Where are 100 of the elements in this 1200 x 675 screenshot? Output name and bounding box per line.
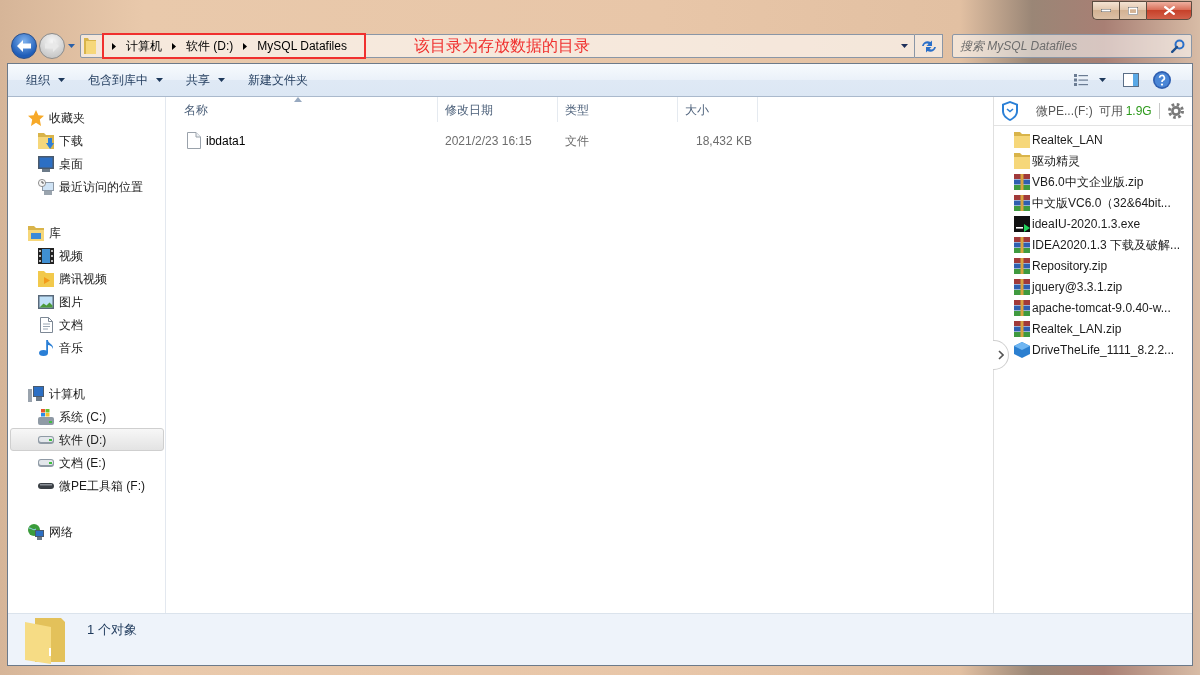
toolbar-button[interactable]: 新建文件夹 [240,68,316,92]
sidebar-item[interactable]: 文档 (E:) [10,451,164,474]
clock-computer-icon [38,178,54,195]
chevron-right-icon [997,350,1004,360]
archive-icon [1014,299,1030,316]
sidebar-item[interactable]: 图片 [10,290,164,313]
shield-icon [1002,101,1018,121]
folder-icon [1014,131,1030,148]
settings-icon [1168,103,1184,119]
caret-icon [68,44,75,48]
cube-icon [1014,341,1030,358]
view-list-icon [1074,74,1088,86]
archive-icon [1014,257,1030,274]
refresh-button[interactable] [915,34,943,58]
search-field[interactable]: 搜索 MySQL Datafiles [952,34,1192,58]
expand-handle[interactable] [993,340,1009,370]
search-icon [1171,39,1185,53]
download-folder-icon [38,132,54,149]
sidebar-item[interactable]: 桌面 [10,152,164,175]
picture-icon [38,294,54,309]
sidebar-item[interactable]: 系统 (C:) [10,405,164,428]
archive-icon [1014,194,1030,211]
sidebar-group[interactable]: 网络 [10,520,164,543]
file-item[interactable]: Realtek_LAN [1014,129,1192,150]
file-item[interactable]: Realtek_LAN.zip [1014,318,1192,339]
folder-icon [1014,152,1030,169]
breadcrumb-item[interactable]: 软件 (D:) [181,37,239,55]
left-arrow-icon [17,40,31,52]
history-dropdown[interactable] [68,44,75,48]
app-icon [1014,215,1030,232]
drive-label: 微PE...(F:) [1036,103,1093,120]
sidebar-item[interactable]: 微PE工具箱 (F:) [10,474,164,497]
caret-icon [901,44,908,48]
file-row[interactable]: ibdata1 2021/2/23 16:15 文件 18,432 KB [166,130,760,151]
play-folder-icon [38,270,54,287]
modified-date: 2021/2/23 16:15 [445,133,532,148]
sidebar-item[interactable]: 软件 (D:) [10,428,164,451]
sidebar-item[interactable]: 最近访问的位置 [10,175,164,198]
breadcrumb-item[interactable]: 计算机 [121,37,167,55]
library-folder-icon [28,224,44,241]
back-button[interactable] [11,33,37,59]
free-space-value: 1.9G [1125,103,1152,120]
computer-icon [28,385,44,402]
file-item[interactable]: 驱动精灵 [1014,150,1192,171]
sidebar-item[interactable]: 音乐 [10,336,164,359]
file-item[interactable]: DriveTheLife_1111_8.2.2... [1014,339,1192,360]
preview-pane-icon [1123,73,1139,87]
refresh-icon [921,39,936,53]
drive-icon [38,458,54,467]
sort-arrow-icon [293,97,302,102]
drive-icon [38,435,54,444]
breadcrumb-arrow-icon [243,42,248,50]
sidebar-item[interactable]: 下载 [10,129,164,152]
toolbar-button[interactable]: 组织 [18,68,73,92]
archive-icon [1014,320,1030,337]
file-item[interactable]: apache-tomcat-9.0.40-w... [1014,297,1192,318]
star-icon [28,109,44,126]
minimize-button[interactable] [1092,1,1119,20]
toolbar-button[interactable]: 包含到库中 [80,68,171,92]
maximize-icon [1128,6,1138,15]
document-icon [39,316,53,333]
breadcrumb-item[interactable]: MySQL Datafiles [252,37,352,55]
folder-icon [84,38,96,54]
sidebar-group[interactable]: 计算机 [10,382,164,405]
caret-icon [156,78,163,82]
file-item[interactable]: ideaIU-2020.1.3.exe [1014,213,1192,234]
file-item[interactable]: jquery@3.3.1.zip [1014,276,1192,297]
caret-icon [1099,78,1106,82]
help-icon [1153,71,1171,89]
file-icon [187,132,201,149]
file-item[interactable]: VB6.0中文企业版.zip [1014,171,1192,192]
sidebar-item[interactable]: 文档 [10,313,164,336]
film-icon [38,247,54,264]
sidebar-item[interactable]: 视频 [10,244,164,267]
sidebar-group[interactable]: 库 [10,221,164,244]
monitor-icon [38,155,54,172]
maximize-button[interactable] [1119,1,1146,20]
file-size: 18,432 KB [695,133,752,148]
toolbar-button[interactable]: 共享 [178,68,233,92]
music-note-icon [39,339,53,356]
sidebar-item[interactable]: 腾讯视频 [10,267,164,290]
file-type: 文件 [565,133,589,148]
removable-drive-icon [38,482,54,489]
close-icon [1163,6,1175,15]
address-dropdown[interactable] [898,44,911,48]
address-bar[interactable]: 计算机 软件 (D:) MySQL Datafiles 该目录为存放数据的目录 [80,34,915,58]
archive-icon [1014,278,1030,295]
minimize-icon [1101,9,1111,12]
breadcrumb-arrow-icon [112,42,116,50]
globe-monitor-icon [28,523,44,540]
sidebar-group[interactable]: 收藏夹 [10,106,164,129]
file-item[interactable]: Repository.zip [1014,255,1192,276]
close-button[interactable] [1146,1,1192,20]
file-item[interactable]: 中文版VC6.0（32&64bit... [1014,192,1192,213]
right-arrow-icon [45,40,59,52]
status-text: 1 个对象 [87,621,137,639]
annotation-text: 该目录为存放数据的目录 [413,36,590,56]
caret-icon [218,78,225,82]
file-item[interactable]: IDEA2020.1.3 下载及破解... [1014,234,1192,255]
archive-icon [1014,173,1030,190]
